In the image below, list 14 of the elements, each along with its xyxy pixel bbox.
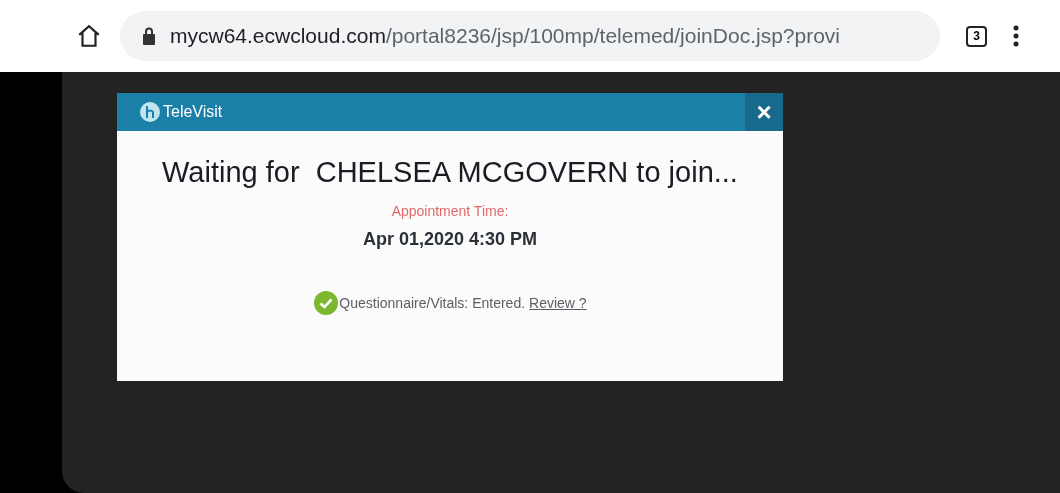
- questionnaire-status: Questionnaire/Vitals: Entered.: [339, 295, 526, 311]
- tab-count-button[interactable]: 3: [966, 25, 987, 47]
- dialog-title: TeleVisit: [163, 103, 224, 121]
- review-link[interactable]: Review ?: [529, 295, 587, 311]
- menu-icon[interactable]: [1013, 25, 1019, 47]
- close-button[interactable]: ×: [745, 93, 783, 131]
- waiting-heading: Waiting for CHELSEA MCGOVERN to join...: [162, 156, 738, 189]
- logo-icon: [140, 102, 160, 122]
- address-bar[interactable]: mycw64.ecwcloud.com/portal8236/jsp/100mp/telemed/joinDoc.jsp?provi: [120, 11, 940, 61]
- lock-icon: [142, 27, 156, 45]
- appointment-time-label: Appointment Time:: [391, 203, 509, 219]
- appointment-time-value: Apr 01,2020 4:30 PM: [362, 229, 538, 250]
- url-text: mycw64.ecwcloud.com/portal8236/jsp/100mp/telemed/joinDoc.jsp?provi: [170, 24, 840, 48]
- home-icon[interactable]: [76, 23, 102, 49]
